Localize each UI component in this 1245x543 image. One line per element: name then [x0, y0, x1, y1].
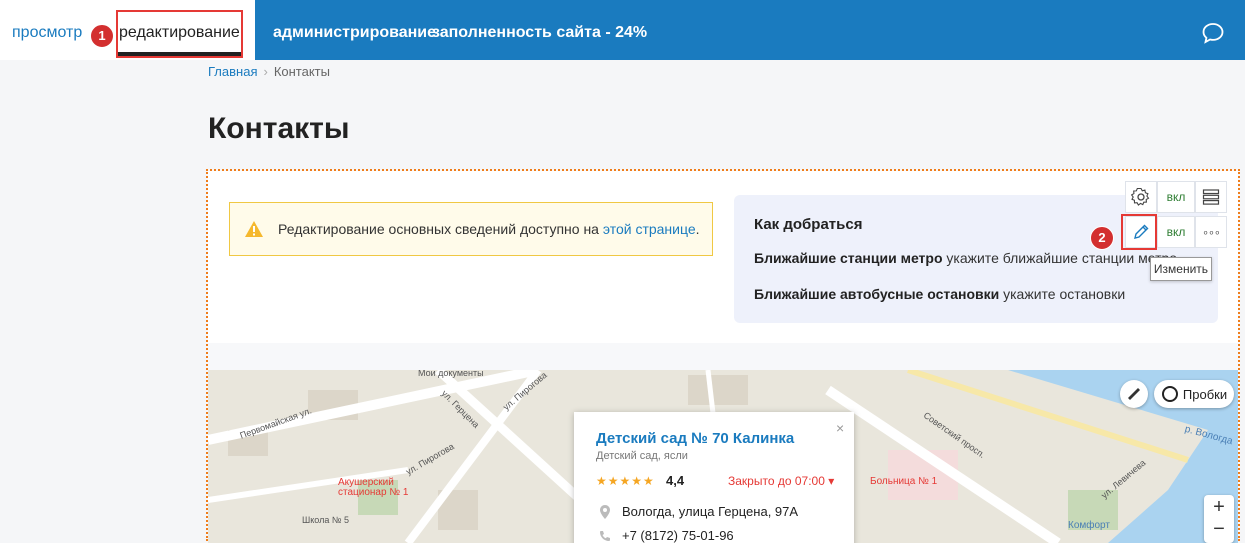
warning-icon [245, 221, 263, 237]
block-layout-button[interactable] [1195, 181, 1227, 213]
bus-label: Ближайшие автобусные остановки [754, 286, 1000, 302]
site-fill-status[interactable]: заполненность сайта - 24% [432, 24, 647, 42]
traffic-icon [1161, 386, 1178, 402]
page-title: Контакты [208, 112, 350, 145]
chat-icon[interactable] [1201, 22, 1225, 44]
more-options-button[interactable]: ∘∘∘ [1195, 216, 1227, 248]
block-toggle-on[interactable]: вкл [1157, 181, 1195, 213]
breadcrumb: Главная › Контакты [208, 64, 330, 79]
contacts-card: Редактирование основных сведений доступн… [208, 171, 1238, 343]
map-label: Мои документы [418, 370, 484, 378]
warning-tail: . [695, 221, 700, 237]
zoom-out-button[interactable]: − [1204, 519, 1234, 543]
bus-line: Ближайшие автобусные остановки укажите о… [754, 286, 1125, 302]
step-badge-1: 1 [90, 24, 114, 48]
place-type: Детский сад, ясли [596, 450, 688, 462]
place-popup: × Детский сад № 70 Калинка Детский сад, … [574, 412, 854, 543]
edit-tooltip: Изменить [1150, 257, 1212, 281]
metro-line: Ближайшие станции метро укажите ближайши… [754, 250, 1177, 266]
map-label: Школа № 5 [302, 515, 350, 525]
highlight-box-edit-pencil [1121, 214, 1157, 250]
traffic-button[interactable]: Пробки [1154, 380, 1234, 408]
zoom-control: + − [1204, 495, 1234, 543]
breadcrumb-home-link[interactable]: Главная [208, 64, 257, 79]
directions-toggle-on[interactable]: вкл [1157, 216, 1195, 248]
map-label: Комфорт [1068, 520, 1110, 531]
metro-value: укажите ближайшие станции метро [942, 250, 1178, 266]
settings-page-link[interactable]: этой странице [603, 221, 696, 237]
traffic-label: Пробки [1182, 386, 1228, 402]
ruler-button[interactable] [1120, 380, 1148, 408]
step-badge-2: 2 [1090, 226, 1114, 250]
bus-value: укажите остановки [999, 286, 1126, 302]
ruler-icon [1128, 388, 1140, 400]
map-label: Акушерский стационар № 1 [338, 477, 409, 498]
warning-notice: Редактирование основных сведений доступн… [229, 202, 713, 256]
contacts-edit-block: Редактирование основных сведений доступн… [206, 169, 1240, 543]
phone-icon [600, 531, 610, 541]
breadcrumb-current: Контакты [273, 64, 330, 79]
map-label: Больница № 1 [870, 476, 938, 487]
warning-message: Редактирование основных сведений доступн… [278, 221, 603, 237]
highlight-box-edit [116, 10, 243, 58]
rating-value: 4,4 [666, 473, 685, 488]
gear-icon [1131, 187, 1150, 206]
close-icon[interactable]: × [836, 420, 844, 436]
opening-status[interactable]: Закрыто до 07:00 ▾ [728, 474, 834, 488]
location-pin-icon [600, 505, 610, 519]
yandex-map[interactable]: Мои документы Первомайская ул. ул. Герце… [208, 370, 1238, 543]
directions-title: Как добраться [754, 216, 863, 233]
metro-label: Ближайшие станции метро [754, 250, 943, 266]
zoom-in-button[interactable]: + [1204, 495, 1234, 519]
rating-stars: ★★★★★ [596, 474, 655, 488]
warning-text: Редактирование основных сведений доступн… [278, 221, 700, 237]
block-settings-button[interactable] [1125, 181, 1157, 213]
tab-view[interactable]: просмотр [12, 24, 82, 42]
place-address: Вологда, улица Герцена, 97А [622, 504, 799, 519]
place-name-link[interactable]: Детский сад № 70 Калинка [596, 430, 794, 447]
rows-icon [1202, 189, 1220, 205]
breadcrumb-separator: › [263, 64, 268, 79]
tab-administration[interactable]: администрирование [273, 24, 436, 42]
